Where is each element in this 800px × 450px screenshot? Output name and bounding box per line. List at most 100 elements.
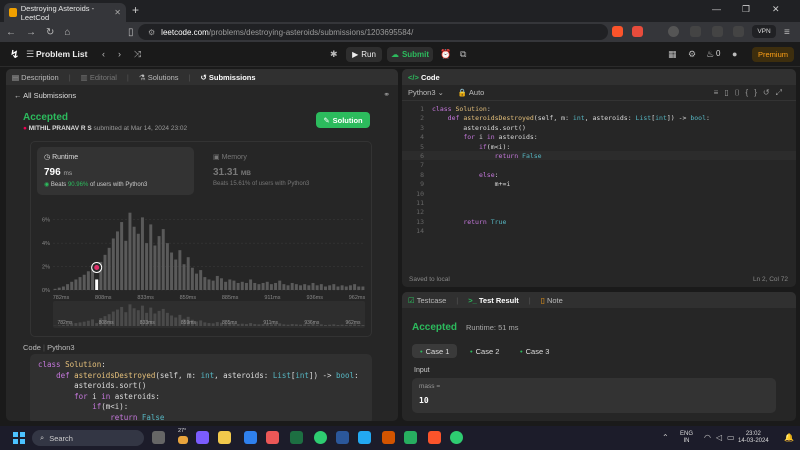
tab-submissions[interactable]: ↺ Submissions xyxy=(201,73,256,82)
memory-card[interactable]: ▣ Memory 31.31 MB Beats 15.61% of users … xyxy=(209,147,366,195)
runtime-distribution-chart[interactable]: 6%4%2%0%782ms 808ms 833ms 859ms 885ms 911ms 93… xyxy=(31,200,373,338)
leetcode-logo-icon[interactable]: ↯ xyxy=(10,48,22,61)
overview-tick-label: 936ms xyxy=(304,320,320,326)
vpn-button[interactable]: VPN xyxy=(752,25,776,38)
excel-icon[interactable] xyxy=(290,431,303,444)
line-number: 8 xyxy=(420,170,424,179)
forward-icon[interactable]: → xyxy=(26,27,36,38)
minimize-icon[interactable]: — xyxy=(712,4,721,14)
taskbar-search[interactable]: ⌕ Search xyxy=(32,430,144,446)
browser-tab[interactable]: Destroying Asteroids - LeetCod ✕ xyxy=(4,3,126,22)
username[interactable]: MITHIL PRANAV R S xyxy=(29,125,92,132)
close-window-icon[interactable]: ✕ xyxy=(772,4,780,15)
stats-box: ◷ Runtime 796 ms ◉ Beats 90.96% of users… xyxy=(30,141,372,337)
chart-bar xyxy=(157,236,161,290)
overview-tick-label: 782ms xyxy=(57,320,73,326)
chart-bar xyxy=(82,274,86,290)
wallet-icon[interactable] xyxy=(712,26,723,37)
site-info-icon[interactable]: ⚙ xyxy=(148,28,155,37)
vscode-icon[interactable] xyxy=(358,431,371,444)
case-3-tab[interactable]: • Case 3 xyxy=(512,344,557,358)
editor-tool-icons[interactable]: ≡▯⌷{}↺⤢ xyxy=(714,88,788,98)
downloads-icon[interactable] xyxy=(733,26,744,37)
bookmark-icon[interactable]: ▯ xyxy=(128,27,134,38)
system-clock[interactable]: 23:02 14-03-2024 xyxy=(738,431,769,445)
chart-bar xyxy=(286,285,290,290)
sidebar-icon[interactable] xyxy=(690,26,701,37)
tab-editorial[interactable]: ▥ Editorial xyxy=(81,73,117,82)
word-icon[interactable] xyxy=(336,431,349,444)
problem-list-link[interactable]: Problem List xyxy=(36,49,87,59)
volume-icon[interactable]: ◁ xyxy=(716,433,722,442)
tab-code[interactable]: </> Code xyxy=(408,73,440,82)
case-2-tab[interactable]: • Case 2 xyxy=(462,344,507,358)
runtime-value: 796 xyxy=(44,167,61,178)
brave-rewards-icon[interactable] xyxy=(632,26,643,37)
start-menu-icon[interactable] xyxy=(13,432,25,444)
chart-bar xyxy=(190,267,194,290)
link-icon[interactable]: ⚭ xyxy=(383,90,390,99)
case-1-tab[interactable]: • Case 1 xyxy=(412,344,458,358)
chart-bar xyxy=(78,277,82,290)
prev-problem-icon[interactable]: ‹ xyxy=(102,49,105,59)
runtime-beats-pct: 90.96% xyxy=(67,182,89,188)
maximize-icon[interactable]: ❐ xyxy=(742,4,750,15)
all-submissions-link[interactable]: ← All Submissions xyxy=(14,91,76,100)
office-icon[interactable] xyxy=(266,431,279,444)
auto-mode[interactable]: 🔒 Auto xyxy=(458,88,484,97)
file-explorer-icon[interactable] xyxy=(218,431,231,444)
tab-description[interactable]: ▤ Description xyxy=(12,73,59,82)
whatsapp-icon[interactable] xyxy=(450,431,463,444)
chrome-icon[interactable] xyxy=(314,431,327,444)
shuffle-icon[interactable]: ⤨ xyxy=(134,49,141,60)
tab-note[interactable]: ▯ Note xyxy=(541,296,563,305)
layout-icon[interactable]: ▦ xyxy=(668,49,677,60)
address-bar[interactable]: ⚙ leetcode.com/problems/destroying-aster… xyxy=(138,24,608,40)
app-icon[interactable] xyxy=(382,431,395,444)
menu-icon[interactable]: ≡ xyxy=(784,27,790,38)
url-path: /problems/destroying-asteroids/submissio… xyxy=(208,27,414,37)
notes-icon[interactable]: ⧉ xyxy=(460,49,466,60)
back-icon[interactable]: ← xyxy=(6,27,16,38)
tray-chevron-icon[interactable]: ⌃ xyxy=(662,433,669,442)
home-icon[interactable]: ⌂ xyxy=(64,27,70,38)
run-button[interactable]: ▶ Run xyxy=(346,47,382,62)
chart-bar xyxy=(307,285,311,290)
tab-test-result[interactable]: >_ Test Result xyxy=(468,296,519,305)
code-editor[interactable]: 1 class Solution: 2 def asteroidsDestroyed… xyxy=(402,103,796,263)
next-problem-icon[interactable]: › xyxy=(118,49,121,59)
extensions-icon[interactable] xyxy=(668,26,679,37)
close-tab-icon[interactable]: ✕ xyxy=(114,8,121,17)
new-tab-icon[interactable]: + xyxy=(132,3,139,17)
mail-icon[interactable] xyxy=(244,431,257,444)
streak-fire-icon[interactable]: ♨ xyxy=(706,49,714,60)
weather-widget[interactable]: 27° xyxy=(178,428,186,434)
chart-bar xyxy=(53,288,57,290)
search-icon: ⌕ xyxy=(40,433,45,442)
premium-button[interactable]: Premium xyxy=(752,47,794,62)
timer-icon[interactable]: ⏰ xyxy=(440,49,451,60)
brave-shield-icon[interactable] xyxy=(612,26,623,37)
chart-bar xyxy=(66,284,70,290)
runtime-card[interactable]: ◷ Runtime 796 ms ◉ Beats 90.96% of users… xyxy=(37,147,194,195)
chart-bar xyxy=(128,212,132,290)
solution-button[interactable]: ✎ Solution xyxy=(316,112,370,128)
task-view-icon[interactable] xyxy=(152,431,165,444)
notifications-icon[interactable]: 🔔 xyxy=(784,433,794,442)
chart-bar xyxy=(116,231,119,290)
debug-icon[interactable]: ✱ xyxy=(330,49,338,60)
battery-icon[interactable]: ▭ xyxy=(727,433,735,442)
settings-icon[interactable]: ⚙ xyxy=(688,49,696,60)
tab-solutions[interactable]: ⚗ Solutions xyxy=(139,73,179,82)
brave-icon[interactable] xyxy=(428,431,441,444)
submit-button[interactable]: ☁ Submit xyxy=(387,47,433,62)
reload-icon[interactable]: ↻ xyxy=(46,27,54,38)
teams-icon[interactable] xyxy=(196,431,209,444)
wifi-icon[interactable]: ◠ xyxy=(704,433,711,442)
language-indicator[interactable]: ENG IN xyxy=(680,431,693,445)
language-select[interactable]: Python3 ⌄ xyxy=(408,88,444,97)
chart-bar xyxy=(303,284,307,290)
avatar[interactable]: ● xyxy=(732,49,737,59)
store-icon[interactable] xyxy=(404,431,417,444)
tab-testcase[interactable]: ☑ Testcase xyxy=(408,296,446,305)
